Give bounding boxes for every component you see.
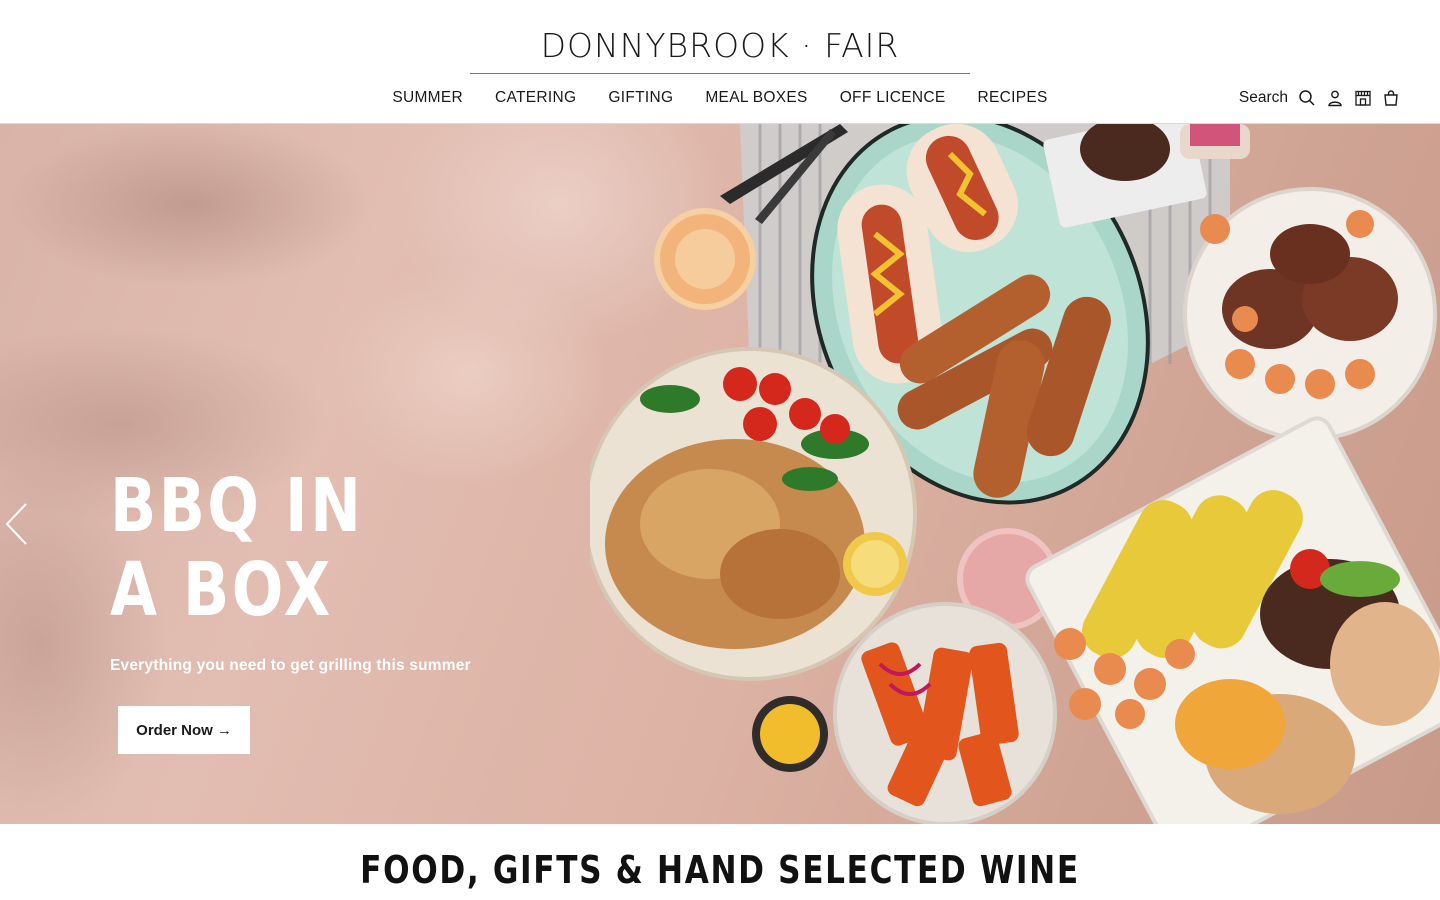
nav-item-meal-boxes[interactable]: MEAL BOXES [705,86,807,110]
store-icon[interactable] [1354,89,1372,107]
account-icon[interactable] [1326,89,1344,107]
search-icon[interactable] [1298,89,1316,107]
site-logo[interactable]: DONNYBROOK · FAIR [470,26,970,66]
carousel-prev-arrow[interactable] [4,502,30,546]
logo-divider [470,73,970,74]
hero-title-line1: BBQ IN [110,463,364,549]
hero-banner: BBQ IN A BOX Everything you need to get … [0,124,1440,824]
site-header: DONNYBROOK · FAIR SUMMER CATERING GIFTIN… [0,0,1440,124]
nav-item-gifting[interactable]: GIFTING [608,86,673,110]
hero-title-line2: A BOX [110,547,333,633]
arrow-right-icon: → [216,721,232,739]
nav-item-off-licence[interactable]: OFF LICENCE [840,86,946,110]
section-title: FOOD, GIFTS & HAND SELECTED WINE [360,848,1080,892]
nav-item-recipes[interactable]: RECIPES [978,86,1048,110]
order-now-label: Order Now [136,721,213,739]
hero-title: BBQ IN A BOX [110,464,422,632]
bag-icon[interactable] [1382,89,1400,107]
search-label[interactable]: Search [1239,86,1288,110]
bbq-food-spread-image [590,124,1440,824]
nav-item-catering[interactable]: CATERING [495,86,576,110]
hero-subtitle: Everything you need to get grilling this… [110,657,471,674]
nav-item-summer[interactable]: SUMMER [392,86,463,110]
main-nav: SUMMER CATERING GIFTING MEAL BOXES OFF L… [0,86,1440,110]
order-now-button[interactable]: Order Now → [118,706,250,754]
utility-nav: Search [1239,86,1400,110]
